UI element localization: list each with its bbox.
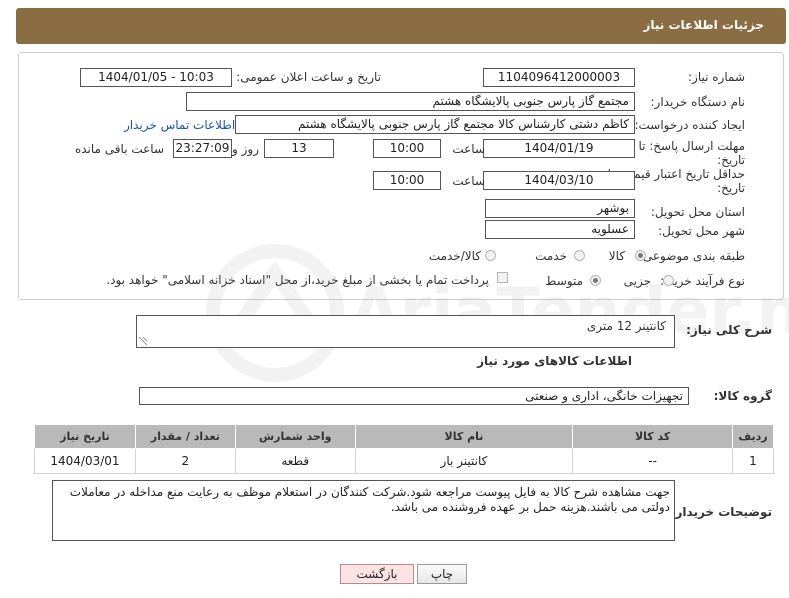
col-header-quantity: تعداد / مقدار <box>134 424 236 449</box>
page-header: جزئیات اطلاعات نیاز <box>16 8 786 44</box>
requester-field: کاظم دشتی کارشناس کالا مجتمع گاز پارس جن… <box>235 115 635 134</box>
price-validity-time-label: ساعت <box>452 174 485 188</box>
goods-group-field: تجهیزات خانگی، اداری و صنعتی <box>139 387 689 405</box>
goods-section-title: اطلاعات کالاهای مورد نیاز <box>477 354 632 368</box>
purchase-minor-radio[interactable] <box>663 275 674 286</box>
cell-item-name: کانتینر بار <box>354 448 574 474</box>
buyer-notes-textarea[interactable]: جهت مشاهده شرح کالا به فایل پیوست مراجعه… <box>52 480 675 541</box>
cell-row-number: 1 <box>731 448 775 474</box>
deadline-days-field: 13 <box>264 139 334 158</box>
cell-need-date: 1404/03/01 <box>34 448 136 474</box>
buyer-org-field: مجتمع گاز پارس جنوبی پالایشگاه هشتم <box>186 92 635 111</box>
need-number-field: 1104096412000003 <box>483 68 635 87</box>
requester-label: ایجاد کننده درخواست: <box>634 118 745 132</box>
category-goods-service-radio[interactable] <box>485 250 496 261</box>
summary-text: کانتینر 12 متری <box>586 319 666 333</box>
table-header-row: تاریخ نیاز تعداد / مقدار واحد شمارش نام … <box>34 424 775 449</box>
category-goods-radio[interactable] <box>635 250 646 261</box>
purchase-minor-label: جزیی <box>623 274 651 288</box>
deadline-days-label: روز و <box>232 142 259 156</box>
buyer-org-label: نام دستگاه خریدار: <box>650 95 746 109</box>
summary-label: شرح کلی نیاز: <box>686 323 772 337</box>
deadline-time-field: 10:00 <box>373 139 441 158</box>
back-button[interactable]: بازگشت <box>340 564 414 584</box>
buyer-contact-link[interactable]: اطلاعات تماس خریدار <box>124 118 235 132</box>
summary-textarea[interactable]: کانتینر 12 متری <box>136 315 675 348</box>
cell-quantity: 2 <box>134 448 236 474</box>
print-button[interactable]: چاپ <box>417 564 467 584</box>
col-header-unit: واحد شمارش <box>234 424 356 449</box>
price-validity-time-field: 10:00 <box>373 171 441 190</box>
city-field: عسلویه <box>485 220 635 239</box>
cell-item-code: -- <box>572 448 733 474</box>
category-service-radio[interactable] <box>574 250 585 261</box>
col-header-row-number: ردیف <box>731 424 775 449</box>
table-row: 1404/03/01 2 قطعه کانتینر بار -- 1 <box>34 448 775 474</box>
province-label: استان محل تحویل: <box>650 205 745 219</box>
col-header-need-date: تاریخ نیاز <box>34 424 136 449</box>
deadline-label-line1: مهلت ارسال پاسخ: تا <box>638 139 745 153</box>
col-header-item-code: کد کالا <box>572 424 733 449</box>
buyer-notes-label: توضیحات خریدار: <box>670 505 772 519</box>
remaining-time-label: ساعت باقی مانده <box>74 142 164 156</box>
items-table: تاریخ نیاز تعداد / مقدار واحد شمارش نام … <box>34 424 775 474</box>
buyer-notes-text: جهت مشاهده شرح کالا به فایل پیوست مراجعه… <box>69 485 670 514</box>
col-header-item-name: نام کالا <box>354 424 574 449</box>
category-service-label: خدمت <box>535 249 567 263</box>
deadline-date-field: 1404/01/19 <box>483 139 635 158</box>
price-validity-label-line2: تاریخ: <box>717 181 745 195</box>
need-number-label: شماره نیاز: <box>688 70 745 84</box>
announce-datetime-field: 1404/01/05 - 10:03 <box>80 68 232 87</box>
cell-unit: قطعه <box>234 448 356 474</box>
category-goods-label: کالا <box>608 249 625 263</box>
goods-group-label: گروه کالا: <box>713 389 772 403</box>
resize-grip-icon[interactable] <box>139 337 147 345</box>
treasury-payment-checkbox[interactable] <box>497 272 508 283</box>
deadline-label-line2: تاریخ: <box>717 153 745 167</box>
purchase-medium-radio[interactable] <box>590 275 601 286</box>
province-field: بوشهر <box>485 199 635 218</box>
purchase-medium-label: متوسط <box>545 274 583 288</box>
price-validity-date-field: 1404/03/10 <box>483 171 635 190</box>
page-title: جزئیات اطلاعات نیاز <box>643 18 764 32</box>
category-label: طبقه بندی موضوعی: <box>638 249 745 263</box>
deadline-time-label: ساعت <box>452 142 485 156</box>
remaining-time-field: 23:27:09 <box>173 139 232 158</box>
city-label: شهر محل تحویل: <box>658 224 745 238</box>
announce-datetime-label: تاریخ و ساعت اعلان عمومی: <box>236 70 381 84</box>
treasury-payment-note: پرداخت تمام یا بخشی از مبلغ خرید،از محل … <box>106 273 489 287</box>
category-goods-service-label: کالا/خدمت <box>428 249 481 263</box>
